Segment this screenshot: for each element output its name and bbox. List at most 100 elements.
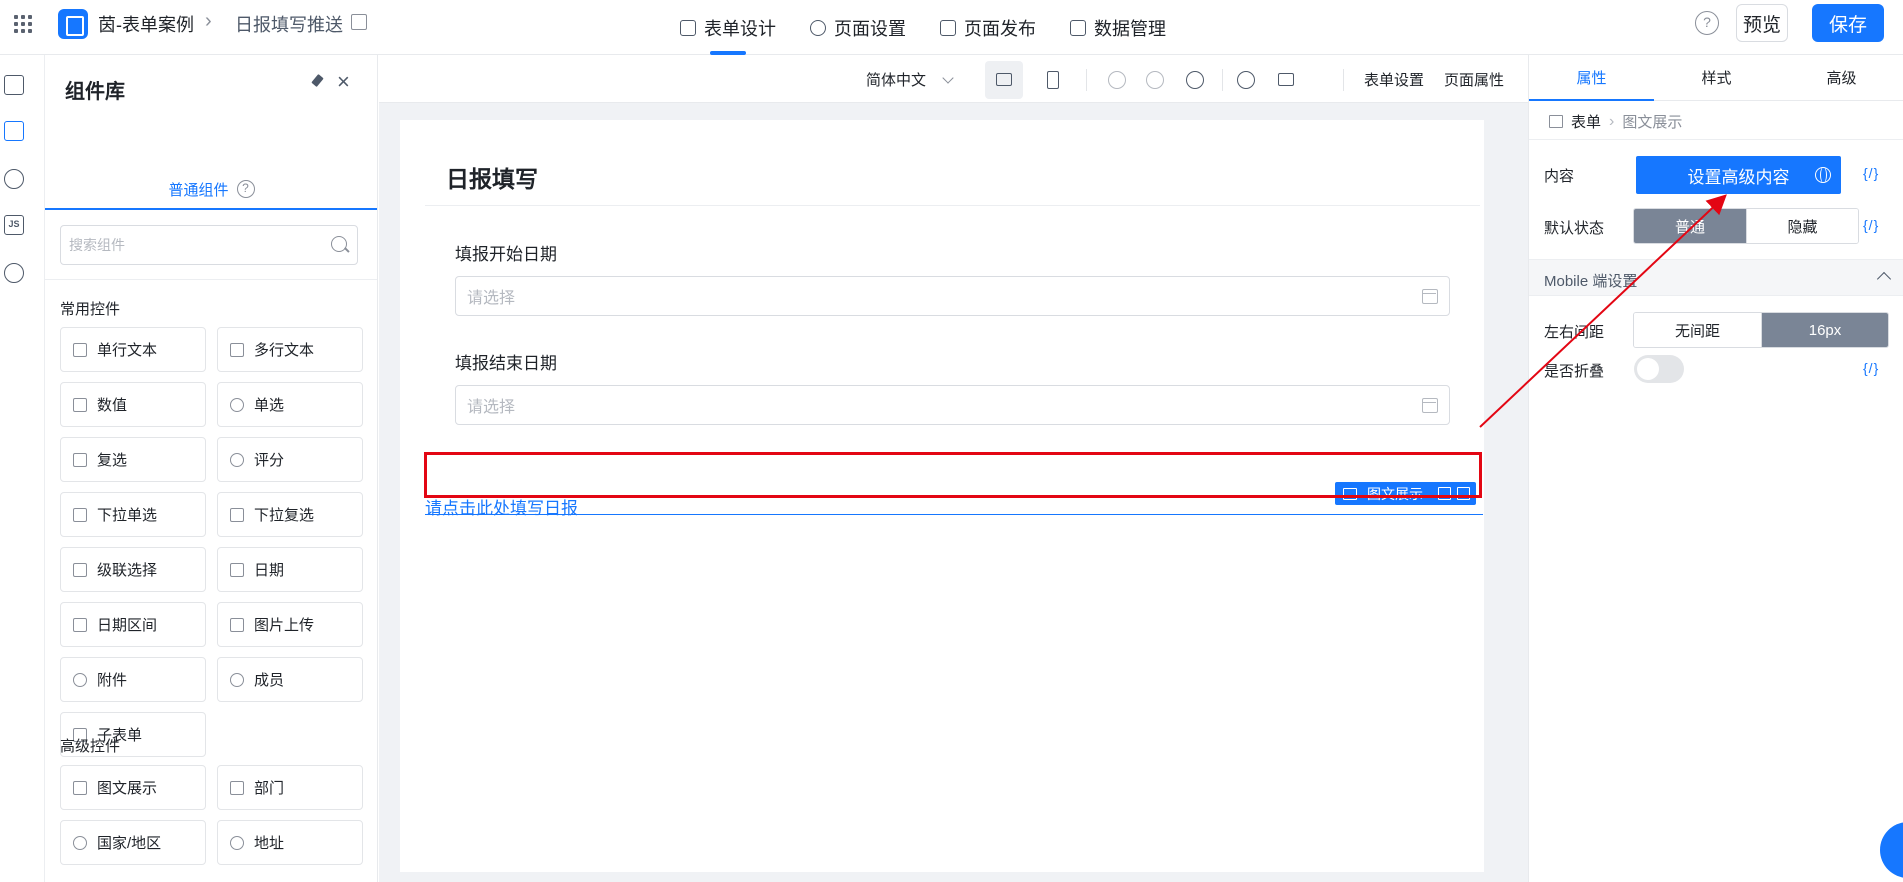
component-library-panel: 组件库 × 普通组件 ? 常用控件 单行文本 多行文本 数值 单选 复选 评分 … bbox=[45, 55, 378, 882]
shortcuts-button[interactable] bbox=[1267, 61, 1305, 99]
search-input[interactable] bbox=[69, 237, 309, 253]
pin-icon[interactable] bbox=[308, 74, 326, 92]
laptop-icon bbox=[996, 73, 1012, 86]
set-advanced-content-button[interactable]: 设置高级内容 bbox=[1636, 156, 1841, 194]
start-date-picker[interactable]: 请选择 bbox=[455, 276, 1450, 316]
component-label: 附件 bbox=[97, 672, 128, 689]
component-department[interactable]: 部门 bbox=[217, 765, 363, 810]
tab-page-publish[interactable]: 页面发布 bbox=[940, 0, 1036, 55]
breadcrumb-root[interactable]: 表单 bbox=[1571, 111, 1601, 132]
gear-icon bbox=[810, 19, 826, 36]
language-select[interactable]: 简体中文 bbox=[866, 69, 954, 90]
component-label: 数值 bbox=[97, 397, 128, 414]
component-multi-line-text[interactable]: 多行文本 bbox=[217, 327, 363, 372]
component-image-upload[interactable]: 图片上传 bbox=[217, 602, 363, 647]
component-member[interactable]: 成员 bbox=[217, 657, 363, 702]
redo-button[interactable] bbox=[1136, 61, 1174, 99]
globe-icon[interactable] bbox=[1815, 167, 1831, 183]
rich-text-block-selected[interactable]: 请点击此处填写日报 图文展示 bbox=[425, 482, 1483, 518]
dropdown-multi-icon bbox=[230, 507, 244, 522]
component-single-line-text[interactable]: 单行文本 bbox=[60, 327, 206, 372]
help-icon[interactable]: ? bbox=[1695, 11, 1719, 35]
tab-properties[interactable]: 属性 bbox=[1529, 55, 1654, 101]
close-icon[interactable]: × bbox=[337, 71, 350, 93]
component-country-region[interactable]: 国家/地区 bbox=[60, 820, 206, 865]
component-date-range[interactable]: 日期区间 bbox=[60, 602, 206, 647]
page-name: 日报填写推送 bbox=[235, 15, 343, 35]
top-bar: 茵-表单案例 › 日报填写推送 表单设计 页面设置 页面发布 数据管理 ? 预览… bbox=[0, 0, 1903, 55]
tab-form-design[interactable]: 表单设计 bbox=[680, 0, 776, 55]
mobile-view-button[interactable] bbox=[1034, 61, 1072, 99]
component-dropdown-multi[interactable]: 下拉复选 bbox=[217, 492, 363, 537]
component-search bbox=[60, 225, 358, 265]
app-name[interactable]: 茵-表单案例 bbox=[98, 11, 194, 37]
js-code-icon[interactable]: JS bbox=[4, 215, 24, 235]
state-normal-option[interactable]: 普通 bbox=[1634, 209, 1746, 243]
tab-data-management[interactable]: 数据管理 bbox=[1070, 0, 1166, 55]
table-icon bbox=[1070, 19, 1086, 36]
outline-tree-icon[interactable] bbox=[4, 75, 24, 95]
panel-title: 组件库 bbox=[65, 81, 125, 103]
divider bbox=[1086, 69, 1087, 91]
end-date-picker[interactable]: 请选择 bbox=[455, 385, 1450, 425]
component-number[interactable]: 数值 bbox=[60, 382, 206, 427]
form-icon bbox=[1549, 115, 1563, 128]
margin-none-option[interactable]: 无间距 bbox=[1634, 313, 1761, 347]
component-label: 图文展示 bbox=[97, 780, 158, 797]
history-button[interactable] bbox=[1176, 61, 1214, 99]
design-nav-tabs: 表单设计 页面设置 页面发布 数据管理 bbox=[680, 0, 1166, 55]
search-button[interactable] bbox=[1227, 61, 1265, 99]
chevron-right-icon: › bbox=[1609, 112, 1615, 130]
tab-common-components[interactable]: 普通组件 ? bbox=[45, 170, 377, 210]
tab-label: 页面设置 bbox=[834, 18, 906, 39]
component-label: 日期 bbox=[254, 562, 285, 579]
search-icon[interactable] bbox=[331, 236, 347, 252]
common-controls-title: 常用控件 bbox=[60, 301, 121, 318]
components-grid-icon[interactable] bbox=[4, 121, 24, 141]
page-properties-link[interactable]: 页面属性 bbox=[1444, 69, 1504, 90]
expression-button[interactable]: {/} bbox=[1863, 217, 1879, 233]
question-icon[interactable]: ? bbox=[236, 180, 255, 198]
data-source-icon[interactable] bbox=[4, 169, 24, 189]
tab-label: 数据管理 bbox=[1094, 18, 1166, 39]
expression-button[interactable]: {/} bbox=[1863, 165, 1879, 181]
undo-icon bbox=[1108, 71, 1126, 89]
component-rating[interactable]: 评分 bbox=[217, 437, 363, 482]
save-button[interactable]: 保存 bbox=[1812, 4, 1884, 42]
copy-icon[interactable] bbox=[1438, 487, 1451, 500]
advanced-controls-grid: 图文展示 部门 国家/地区 地址 bbox=[60, 765, 363, 865]
section-title: Mobile 端设置 bbox=[1544, 273, 1638, 290]
edit-icon[interactable] bbox=[351, 14, 367, 30]
preview-button[interactable]: 预览 bbox=[1736, 4, 1788, 42]
component-date[interactable]: 日期 bbox=[217, 547, 363, 592]
rich-text-link[interactable]: 请点击此处填写日报 bbox=[425, 494, 578, 519]
divider bbox=[425, 205, 1480, 206]
globe-icon[interactable] bbox=[4, 263, 24, 283]
component-radio[interactable]: 单选 bbox=[217, 382, 363, 427]
radio-icon bbox=[230, 397, 244, 412]
delete-icon[interactable] bbox=[1457, 487, 1470, 500]
desktop-view-button[interactable] bbox=[985, 61, 1023, 99]
chevron-down-icon bbox=[942, 71, 954, 84]
apps-grid-icon[interactable] bbox=[12, 13, 34, 35]
selected-component-tag: 图文展示 bbox=[1335, 482, 1435, 505]
margin-16px-option[interactable]: 16px bbox=[1761, 313, 1888, 347]
form-title[interactable]: 日报填写 bbox=[446, 160, 538, 194]
mobile-settings-section[interactable]: Mobile 端设置 bbox=[1529, 259, 1903, 296]
expression-button[interactable]: {/} bbox=[1863, 360, 1879, 376]
redo-icon bbox=[1146, 71, 1164, 89]
tab-advanced[interactable]: 高级 bbox=[1779, 55, 1903, 100]
form-settings-link[interactable]: 表单设置 bbox=[1364, 69, 1424, 90]
collapse-toggle[interactable] bbox=[1634, 355, 1684, 383]
component-address[interactable]: 地址 bbox=[217, 820, 363, 865]
state-hidden-option[interactable]: 隐藏 bbox=[1746, 209, 1858, 243]
tab-styles[interactable]: 样式 bbox=[1654, 55, 1779, 100]
component-attachment[interactable]: 附件 bbox=[60, 657, 206, 702]
component-cascade[interactable]: 级联选择 bbox=[60, 547, 206, 592]
component-checkbox[interactable]: 复选 bbox=[60, 437, 206, 482]
undo-button[interactable] bbox=[1098, 61, 1136, 99]
component-label: 国家/地区 bbox=[97, 835, 162, 852]
component-rich-text[interactable]: 图文展示 bbox=[60, 765, 206, 810]
component-dropdown-single[interactable]: 下拉单选 bbox=[60, 492, 206, 537]
tab-page-settings[interactable]: 页面设置 bbox=[810, 0, 906, 55]
